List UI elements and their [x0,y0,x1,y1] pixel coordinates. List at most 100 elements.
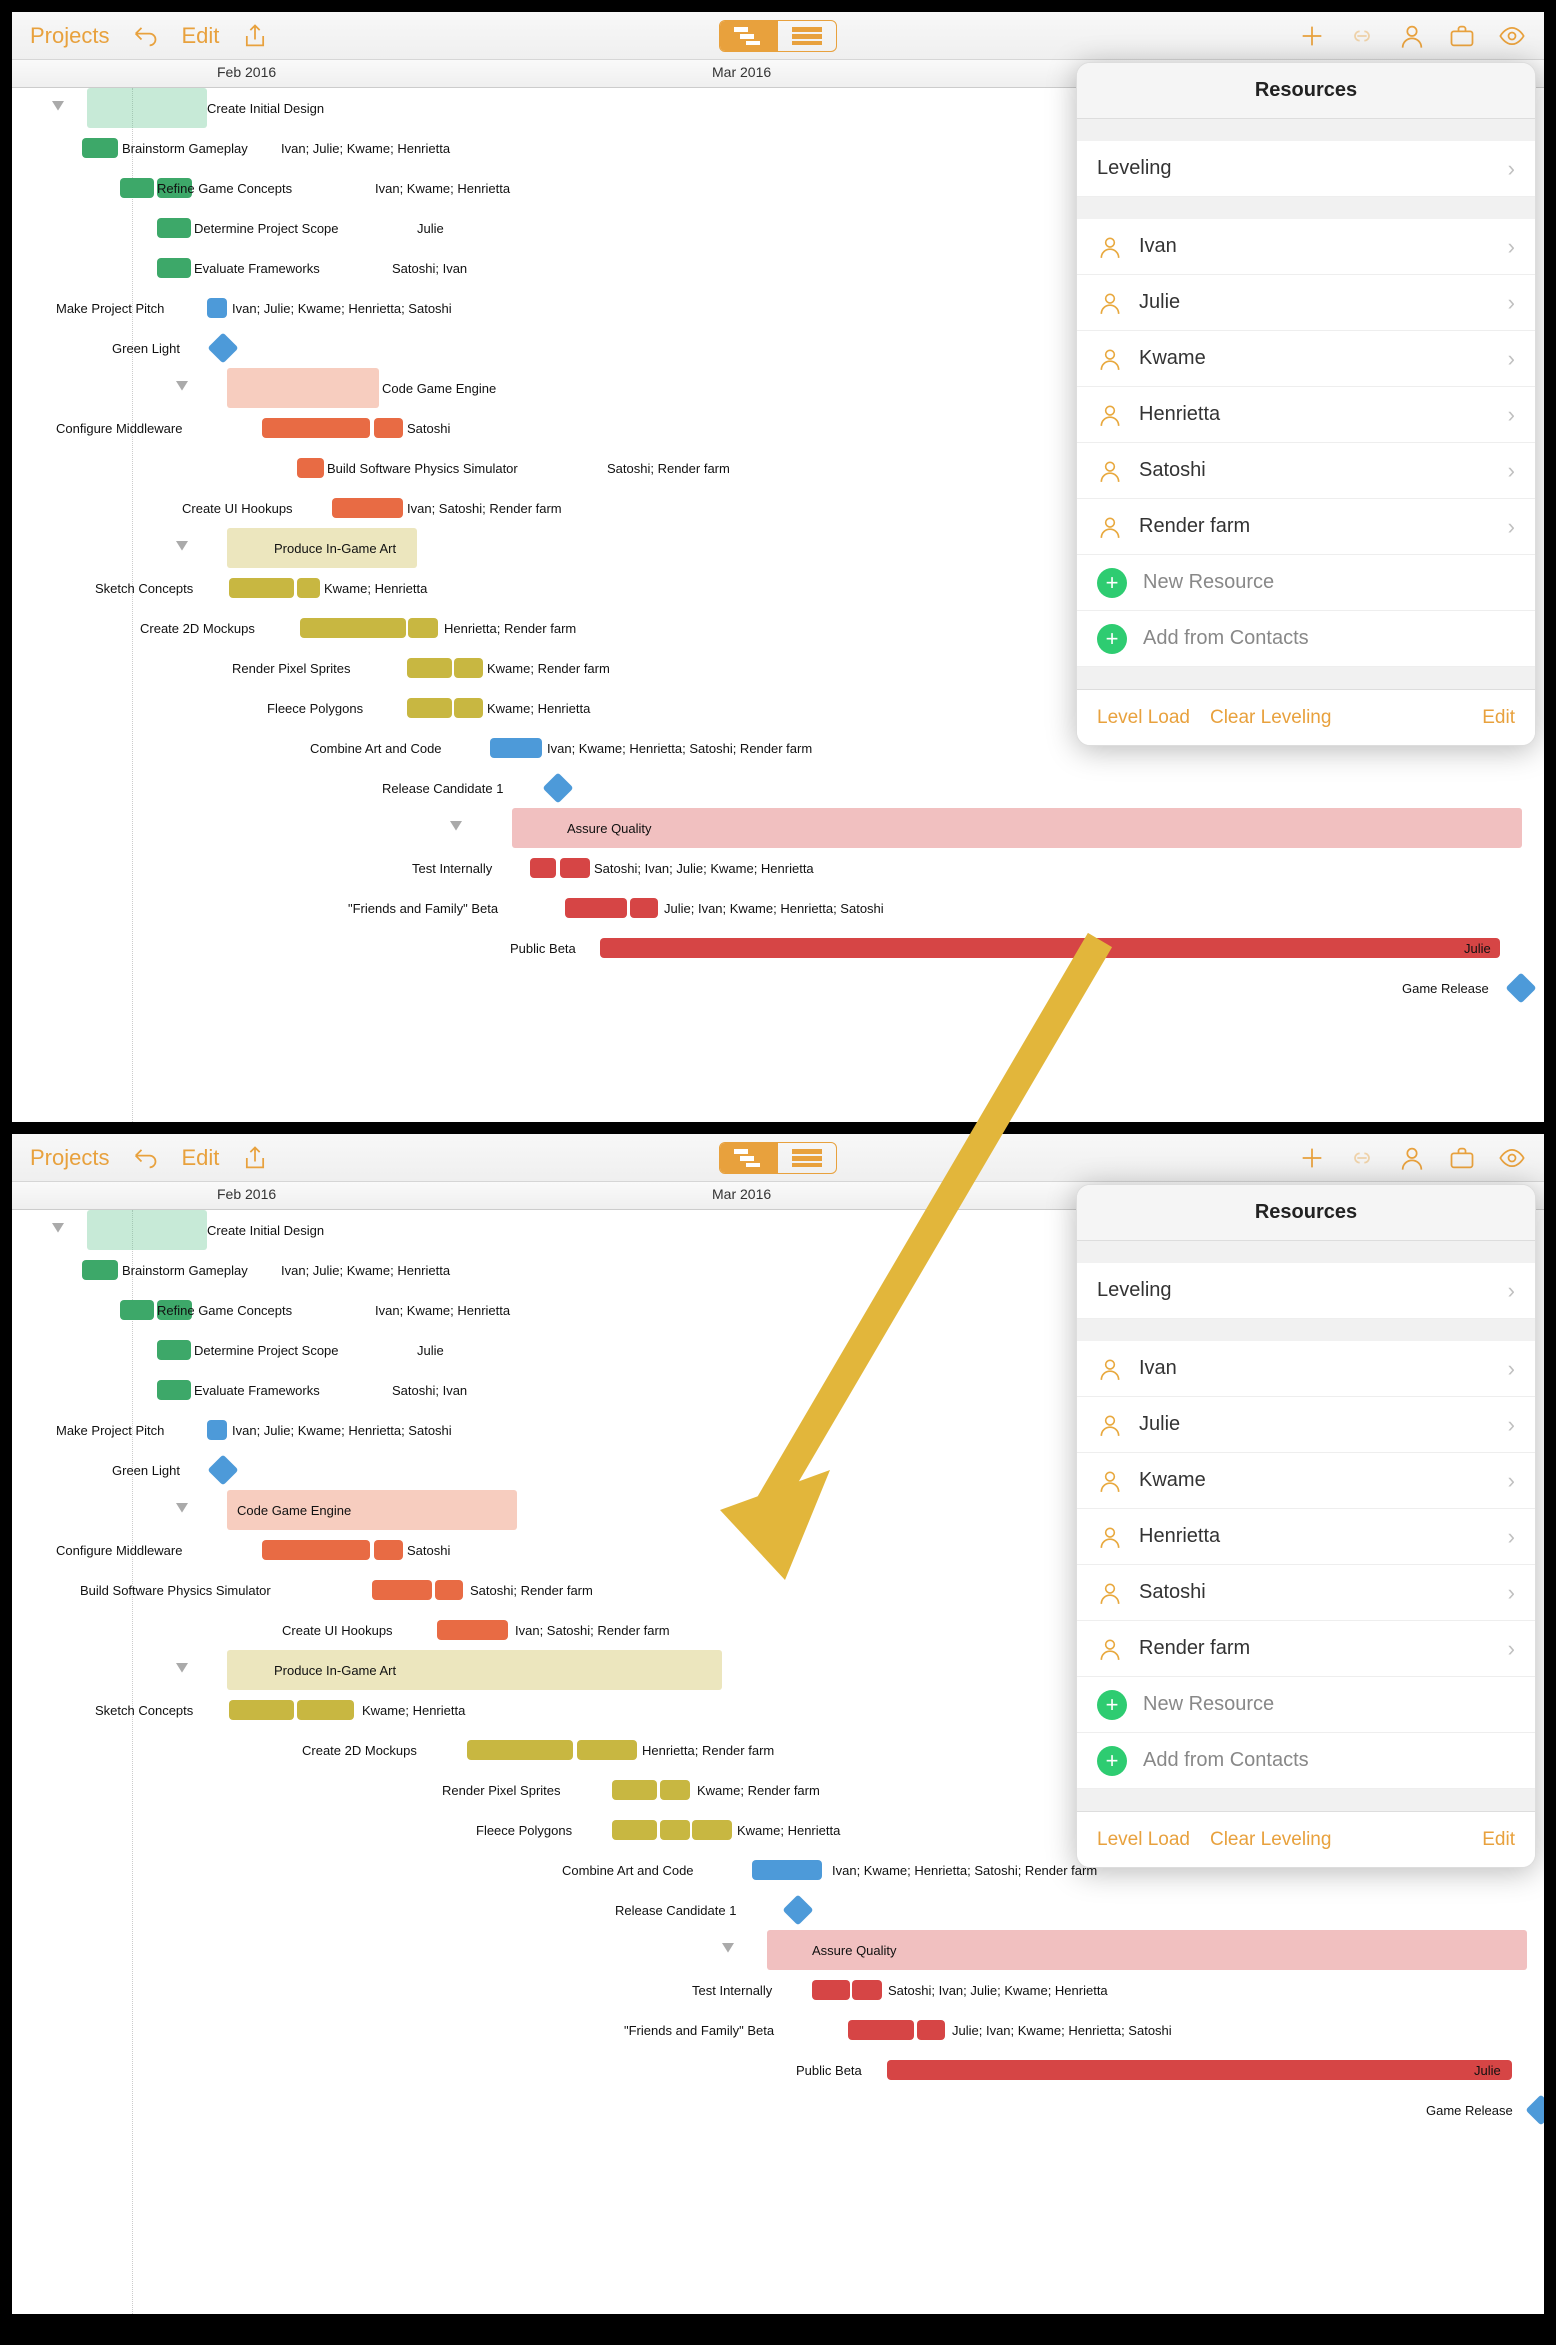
leveling-row[interactable]: Leveling › [1077,1263,1535,1319]
edit-button[interactable]: Edit [181,23,219,49]
view-gantt-icon[interactable] [720,21,778,51]
task-bar[interactable] [660,1820,690,1840]
resource-row[interactable]: Kwame› [1077,1453,1535,1509]
disclosure-triangle-icon[interactable] [176,1503,190,1517]
new-resource-row[interactable]: + New Resource [1077,555,1535,611]
view-outline-icon[interactable] [778,1143,836,1173]
task-bar[interactable] [120,1300,154,1320]
disclosure-triangle-icon[interactable] [176,541,190,555]
disclosure-triangle-icon[interactable] [176,1663,190,1677]
milestone-diamond[interactable] [1505,972,1536,1003]
resource-row[interactable]: Ivan› [1077,1341,1535,1397]
task-bar[interactable] [300,618,406,638]
resource-row[interactable]: Julie› [1077,1397,1535,1453]
task-bar[interactable] [120,178,154,198]
task-bar[interactable] [407,698,452,718]
task-bar[interactable] [600,938,1500,958]
task-row[interactable]: Release Candidate 1 [12,1890,1544,1930]
task-bar[interactable] [852,1980,882,2000]
resource-row[interactable]: Henrietta› [1077,1509,1535,1565]
new-resource-row[interactable]: + New Resource [1077,1677,1535,1733]
task-bar[interactable] [437,1620,508,1640]
eye-icon[interactable] [1498,1144,1526,1172]
task-bar[interactable] [917,2020,945,2040]
task-bar[interactable] [332,498,403,518]
add-icon[interactable] [1298,1144,1326,1172]
add-contacts-row[interactable]: + Add from Contacts [1077,1733,1535,1789]
task-bar[interactable] [848,2020,914,2040]
view-gantt-icon[interactable] [720,1143,778,1173]
disclosure-triangle-icon[interactable] [52,1223,66,1237]
view-outline-icon[interactable] [778,21,836,51]
projects-button[interactable]: Projects [30,23,109,49]
resource-icon[interactable] [1398,22,1426,50]
task-bar[interactable] [297,1700,354,1720]
task-bar[interactable] [262,418,370,438]
task-bar[interactable] [435,1580,463,1600]
task-bar[interactable] [454,698,483,718]
resource-row[interactable]: Render farm› [1077,1621,1535,1677]
task-row[interactable]: Test InternallySatoshi; Ivan; Julie; Kwa… [12,1970,1544,2010]
task-row[interactable]: Public BetaJulie [12,2050,1544,2090]
task-bar[interactable] [467,1740,573,1760]
popover-edit-button[interactable]: Edit [1482,1829,1515,1851]
resource-icon[interactable] [1398,1144,1426,1172]
clear-leveling-button[interactable]: Clear Leveling [1210,1829,1331,1851]
eye-icon[interactable] [1498,22,1526,50]
task-bar[interactable] [207,1420,227,1440]
task-row[interactable]: Test InternallySatoshi; Ivan; Julie; Kwa… [12,848,1544,888]
task-bar[interactable] [297,458,324,478]
task-bar[interactable] [372,1580,432,1600]
task-bar[interactable] [887,2060,1512,2080]
resource-row[interactable]: Julie› [1077,275,1535,331]
link-icon[interactable] [1348,22,1376,50]
task-bar[interactable] [374,1540,403,1560]
briefcase-icon[interactable] [1448,22,1476,50]
task-bar[interactable] [157,258,191,278]
view-segment[interactable] [719,1142,837,1174]
edit-button[interactable]: Edit [181,1145,219,1171]
task-bar[interactable] [612,1820,657,1840]
task-bar[interactable] [660,1780,690,1800]
view-segment[interactable] [719,20,837,52]
group-bar[interactable] [227,368,379,408]
task-bar[interactable] [262,1540,370,1560]
group-bar[interactable] [87,1210,207,1250]
task-row[interactable]: Assure Quality [12,1930,1544,1970]
task-bar[interactable] [229,578,294,598]
resource-row[interactable]: Ivan› [1077,219,1535,275]
group-bar[interactable] [512,808,1522,848]
task-bar[interactable] [374,418,403,438]
task-bar[interactable] [297,578,320,598]
task-row[interactable]: Game Release [12,2090,1544,2130]
task-bar[interactable] [157,218,191,238]
task-bar[interactable] [82,1260,118,1280]
leveling-row[interactable]: Leveling › [1077,141,1535,197]
add-contacts-row[interactable]: + Add from Contacts [1077,611,1535,667]
disclosure-triangle-icon[interactable] [722,1943,736,1957]
undo-icon[interactable] [131,22,159,50]
group-bar[interactable] [87,88,207,128]
clear-leveling-button[interactable]: Clear Leveling [1210,707,1331,729]
task-bar[interactable] [692,1820,732,1840]
link-icon[interactable] [1348,1144,1376,1172]
task-bar[interactable] [630,898,658,918]
resource-row[interactable]: Satoshi› [1077,1565,1535,1621]
task-row[interactable]: Game Release [12,968,1544,1008]
disclosure-triangle-icon[interactable] [52,101,66,115]
milestone-diamond[interactable] [207,332,238,363]
task-bar[interactable] [229,1700,294,1720]
milestone-diamond[interactable] [207,1454,238,1485]
task-bar[interactable] [407,658,452,678]
task-row[interactable]: "Friends and Family" BetaJulie; Ivan; Kw… [12,2010,1544,2050]
task-row[interactable]: Public BetaJulie [12,928,1544,968]
disclosure-triangle-icon[interactable] [450,821,464,835]
resource-row[interactable]: Kwame› [1077,331,1535,387]
resource-row[interactable]: Render farm› [1077,499,1535,555]
task-bar[interactable] [490,738,542,758]
task-bar[interactable] [565,898,627,918]
undo-icon[interactable] [131,1144,159,1172]
level-load-button[interactable]: Level Load [1097,707,1190,729]
resource-row[interactable]: Satoshi› [1077,443,1535,499]
task-row[interactable]: Release Candidate 1 [12,768,1544,808]
